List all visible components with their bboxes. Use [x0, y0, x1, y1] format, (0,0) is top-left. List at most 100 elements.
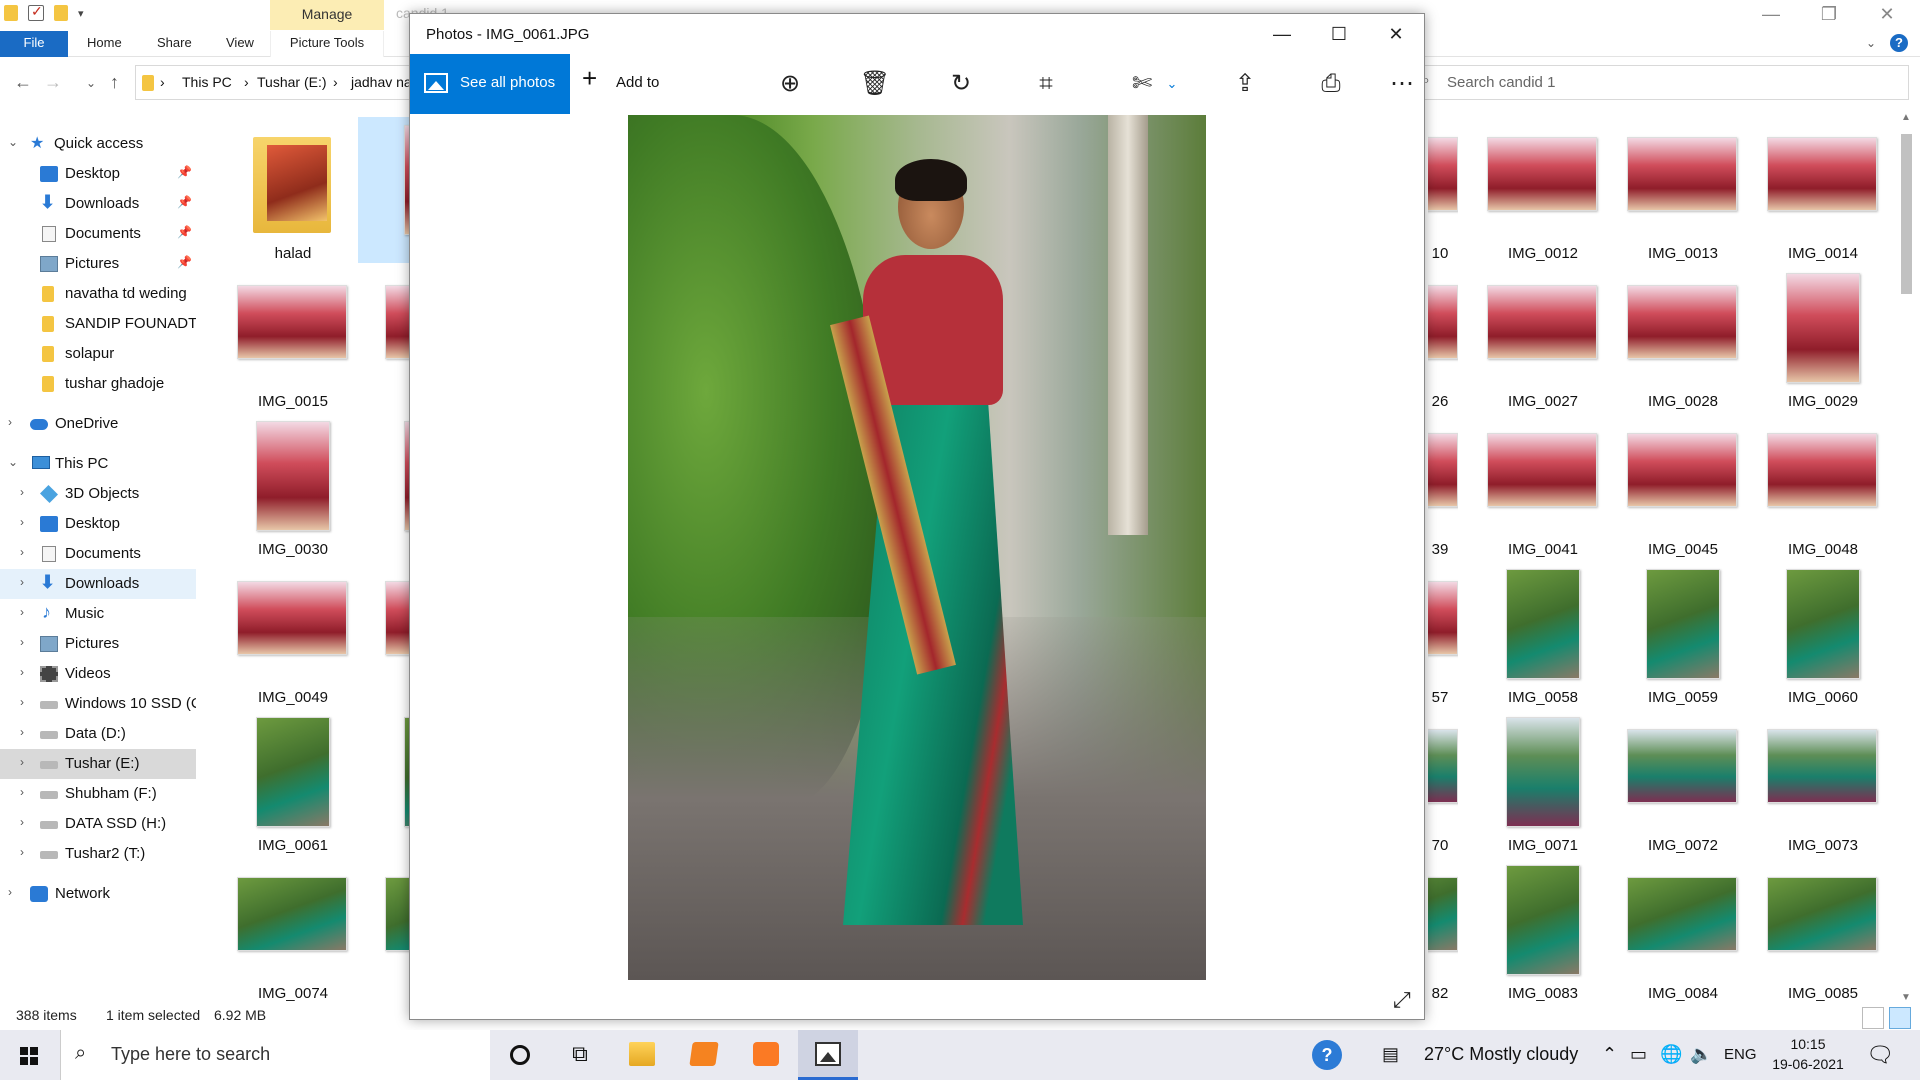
scroll-up-icon[interactable]: ▲: [1901, 112, 1911, 123]
file-item[interactable]: IMG_0073: [1740, 709, 1880, 855]
chevron-right-icon[interactable]: ›: [20, 665, 24, 679]
nav-pc-drive-d[interactable]: › Data (D:): [0, 719, 196, 749]
weather-icon[interactable]: ▤: [1382, 1044, 1399, 1080]
chevron-right-icon[interactable]: ›: [20, 605, 24, 619]
search-box[interactable]: ⌕ Search candid 1: [1412, 65, 1909, 100]
nav-pc-downloads[interactable]: › ⬇ Downloads: [0, 569, 196, 599]
nav-pc-drive-t[interactable]: › Tushar2 (T:): [0, 839, 196, 869]
file-item[interactable]: IMG_0061: [210, 709, 350, 855]
battery-icon[interactable]: ▭: [1630, 1044, 1647, 1080]
file-item[interactable]: IMG_0045: [1600, 413, 1740, 559]
nav-onedrive[interactable]: › OneDrive: [0, 409, 196, 439]
file-item[interactable]: IMG_0029: [1740, 265, 1880, 411]
nav-pc-documents[interactable]: › Documents: [0, 539, 196, 569]
file-item[interactable]: IMG_0015: [210, 265, 350, 411]
tab-share[interactable]: Share: [157, 31, 192, 57]
help-icon[interactable]: ?: [1890, 34, 1908, 52]
recent-locations-icon[interactable]: ⌄: [86, 76, 96, 90]
cortana-button[interactable]: [490, 1030, 550, 1080]
minimize-icon[interactable]: —: [1742, 0, 1800, 30]
file-item[interactable]: IMG_0030: [210, 413, 350, 559]
pin-icon[interactable]: 📌: [177, 255, 192, 269]
customize-toolbar-icon[interactable]: ▾: [78, 7, 84, 20]
chevron-right-icon[interactable]: ›: [20, 515, 24, 529]
chevron-right-icon[interactable]: ›: [8, 885, 12, 899]
chevron-right-icon[interactable]: ›: [20, 815, 24, 829]
pin-icon[interactable]: 📌: [177, 225, 192, 239]
file-item[interactable]: IMG_0059: [1600, 561, 1740, 707]
file-item[interactable]: IMG_0060: [1740, 561, 1880, 707]
file-item[interactable]: 26: [1428, 265, 1458, 411]
chevron-right-icon[interactable]: ›: [20, 575, 24, 589]
tab-file[interactable]: File: [0, 31, 68, 57]
nav-quick-documents[interactable]: Documents 📌: [0, 219, 196, 249]
up-arrow-icon[interactable]: ↑: [110, 72, 119, 93]
more-icon[interactable]: ⋯: [1384, 66, 1420, 102]
nav-pc-3d-objects[interactable]: › 3D Objects: [0, 479, 196, 509]
network-icon[interactable]: 🌐: [1660, 1044, 1682, 1080]
file-item[interactable]: IMG_0084: [1600, 857, 1740, 1003]
nav-quick-access[interactable]: ⌄ ★ Quick access: [0, 129, 196, 159]
rotate-icon[interactable]: ↻: [943, 66, 979, 102]
properties-icon[interactable]: [28, 3, 44, 21]
chevron-down-icon[interactable]: ⌄: [8, 455, 18, 469]
chevron-right-icon[interactable]: ›: [8, 415, 12, 429]
chevron-right-icon[interactable]: ›: [20, 545, 24, 559]
taskbar-app-file-explorer[interactable]: [612, 1030, 672, 1080]
nav-pc-desktop[interactable]: › Desktop: [0, 509, 196, 539]
file-item[interactable]: IMG_0085: [1740, 857, 1880, 1003]
vertical-scrollbar[interactable]: ▲ ▼: [1898, 112, 1915, 1008]
nav-this-pc[interactable]: ⌄ This PC: [0, 449, 196, 479]
nav-quick-downloads[interactable]: ⬇ Downloads 📌: [0, 189, 196, 219]
expand-ribbon-icon[interactable]: ⌄: [1866, 36, 1876, 50]
chevron-right-icon[interactable]: ›: [20, 845, 24, 859]
chevron-right-icon[interactable]: ›: [20, 485, 24, 499]
back-arrow-icon[interactable]: ←: [14, 72, 32, 93]
maximize-icon[interactable]: ☐: [1311, 14, 1367, 54]
file-item[interactable]: 57: [1428, 561, 1458, 707]
clock[interactable]: 10:15 19-06-2021: [1768, 1034, 1848, 1074]
language-indicator[interactable]: ENG: [1724, 1046, 1757, 1063]
file-item[interactable]: IMG_0049: [210, 561, 350, 707]
breadcrumb-this-pc[interactable]: This PC: [182, 74, 232, 90]
nav-quick-desktop[interactable]: Desktop 📌: [0, 159, 196, 189]
tab-home[interactable]: Home: [87, 31, 122, 57]
taskbar-search-box[interactable]: ⌕ Type here to search: [60, 1030, 490, 1080]
close-icon[interactable]: ✕: [1858, 0, 1916, 30]
pin-icon[interactable]: 📌: [177, 165, 192, 179]
chevron-right-icon[interactable]: ›: [20, 635, 24, 649]
nav-network[interactable]: › Network: [0, 879, 196, 909]
details-view-icon[interactable]: [1862, 1007, 1884, 1029]
weather-text[interactable]: 27°C Mostly cloudy: [1424, 1044, 1578, 1065]
volume-icon[interactable]: 🔈: [1690, 1044, 1712, 1080]
fullscreen-icon[interactable]: ⤢: [1393, 987, 1411, 1013]
file-item[interactable]: IMG_0083: [1460, 857, 1600, 1003]
help-tray-icon[interactable]: ?: [1312, 1040, 1342, 1070]
manage-tab-header[interactable]: Manage: [270, 0, 384, 30]
file-item[interactable]: IMG_0014: [1740, 117, 1880, 263]
close-icon[interactable]: ✕: [1368, 14, 1424, 54]
nav-pc-drive-e[interactable]: › Tushar (E:): [0, 749, 196, 779]
nav-pc-music[interactable]: › ♪ Music: [0, 599, 196, 629]
notification-center-icon[interactable]: 🗨: [1866, 1042, 1894, 1068]
breadcrumb-folder[interactable]: jadhav na: [351, 74, 412, 90]
file-item[interactable]: 39: [1428, 413, 1458, 559]
file-item[interactable]: 82: [1428, 857, 1458, 1003]
nav-pc-drive-c[interactable]: › Windows 10 SSD (C: [0, 689, 196, 719]
nav-pc-videos[interactable]: › Videos: [0, 659, 196, 689]
file-item[interactable]: halad: [210, 117, 350, 263]
file-item[interactable]: IMG_0058: [1460, 561, 1600, 707]
file-item[interactable]: IMG_0013: [1600, 117, 1740, 263]
file-item[interactable]: IMG_0072: [1600, 709, 1740, 855]
show-hidden-icons-icon[interactable]: ⌃: [1602, 1044, 1617, 1080]
minimize-icon[interactable]: —: [1254, 14, 1310, 54]
large-icons-view-icon[interactable]: [1889, 1007, 1911, 1029]
file-item[interactable]: IMG_0071: [1460, 709, 1600, 855]
chevron-down-icon[interactable]: ⌄: [1154, 66, 1190, 102]
nav-quick-pictures[interactable]: Pictures 📌: [0, 249, 196, 279]
file-item[interactable]: 70: [1428, 709, 1458, 855]
nav-pc-drive-h[interactable]: › DATA SSD (H:): [0, 809, 196, 839]
file-item[interactable]: IMG_0028: [1600, 265, 1740, 411]
forward-arrow-icon[interactable]: →: [44, 72, 62, 93]
breadcrumb-drive[interactable]: Tushar (E:): [257, 74, 327, 90]
